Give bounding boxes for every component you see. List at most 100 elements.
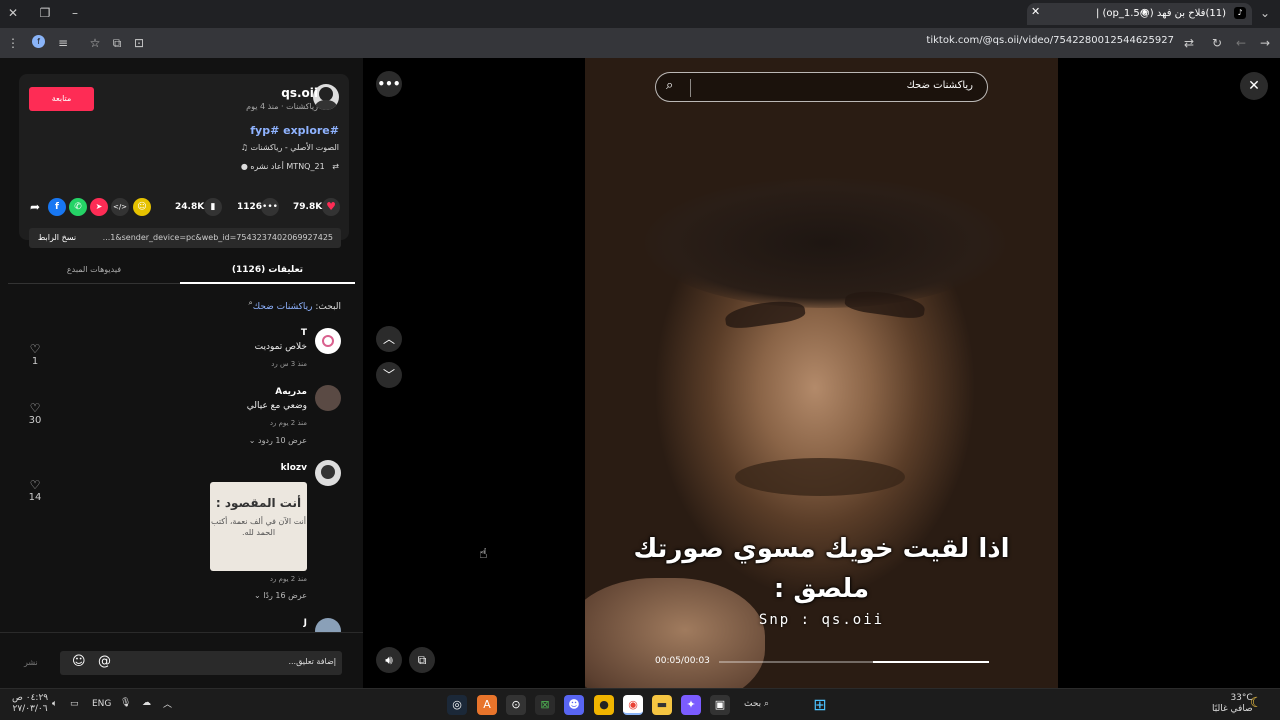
- share-arrow-icon[interactable]: ➦: [26, 198, 44, 216]
- weather-widget[interactable]: 33°C صافي غالبًا: [1212, 693, 1253, 715]
- mention-icon[interactable]: @: [98, 654, 111, 669]
- view-replies-button[interactable]: عرض 10 ردود ⌄: [249, 436, 307, 445]
- file-explorer-icon[interactable]: ▬: [652, 695, 672, 715]
- embed-icon[interactable]: </>: [111, 198, 129, 216]
- video-frame-brow-left: [723, 297, 807, 331]
- comment-author[interactable]: klozv: [281, 463, 307, 473]
- discord-app-icon[interactable]: ☻: [564, 695, 584, 715]
- volume-icon[interactable]: 🔊︎: [376, 647, 402, 673]
- more-options-icon[interactable]: •••: [376, 71, 402, 97]
- microphone-icon[interactable]: 🎙︎: [120, 698, 131, 708]
- search-hint[interactable]: البحث: رياكشنات ضحك⌕: [249, 298, 341, 312]
- tab-comments[interactable]: (1126) تعليقات: [180, 258, 355, 284]
- follow-button[interactable]: متابعة: [29, 87, 94, 111]
- tab-tiktok[interactable]: ♪ (11)فلاح بن فهد (@op_1.5) | ◉ ✕: [1027, 3, 1252, 25]
- back-icon[interactable]: →: [1256, 34, 1274, 52]
- site-settings-icon[interactable]: ⇄: [1180, 34, 1198, 52]
- sticker-title: أنت المقصود :: [215, 496, 302, 510]
- comment-like[interactable]: ♡ 1: [23, 342, 47, 367]
- close-tab-icon[interactable]: ✕: [1031, 5, 1040, 18]
- comment-avatar[interactable]: [315, 460, 341, 486]
- store-app-icon[interactable]: ▣: [710, 695, 730, 715]
- profile-avatar[interactable]: f: [32, 35, 45, 48]
- post-sound[interactable]: الصوت الأصلي - رياكشنات ♫: [241, 143, 339, 152]
- comment-placeholder: إضافة تعليق...: [288, 657, 336, 666]
- panel-tabs: (1126) تعليقات فيديوهات المبدع: [8, 258, 355, 284]
- menu-dots-icon[interactable]: ⋮: [4, 34, 22, 52]
- video-player[interactable]: ⌕ رياكشنات ضحك اذا لقيت خويك مسوي صورتك …: [585, 58, 1058, 688]
- comment-text: خلاص تموديت: [254, 342, 307, 352]
- forward-icon[interactable]: ←: [1232, 34, 1250, 52]
- speaker-icon[interactable]: 🔈︎: [52, 699, 57, 709]
- copilot-app-icon[interactable]: ✦: [681, 695, 701, 715]
- comment-like[interactable]: ♡ 30: [23, 401, 47, 426]
- close-window-button[interactable]: ✕: [4, 4, 22, 22]
- picture-in-picture-icon[interactable]: ⧉: [409, 647, 435, 673]
- previous-video-button[interactable]: ︿: [376, 326, 402, 352]
- reload-icon[interactable]: ↻: [1208, 34, 1226, 52]
- comment-avatar[interactable]: [315, 328, 341, 354]
- comment-meta[interactable]: منذ 3 س رد: [271, 360, 307, 368]
- a-app-icon[interactable]: A: [477, 695, 497, 715]
- comment-author[interactable]: J: [304, 618, 307, 628]
- tab-search-icon[interactable]: ⌄: [1256, 4, 1274, 22]
- weather-desc: صافي غالبًا: [1212, 704, 1253, 714]
- minimize-window-button[interactable]: –: [66, 4, 84, 22]
- comment-input[interactable]: إضافة تعليق... @ ☺: [60, 651, 342, 675]
- xbox-app-icon[interactable]: ⊠: [535, 695, 555, 715]
- emoji-icon[interactable]: ☺: [72, 654, 86, 669]
- restore-window-button[interactable]: ❐: [36, 4, 54, 22]
- search-icon: ⌕: [666, 78, 674, 93]
- comment-avatar[interactable]: [315, 385, 341, 411]
- share-link-box: نسخ الرابط ...1&sender_device=pc&web_id=…: [29, 228, 341, 248]
- view-replies-button[interactable]: عرض 16 ردًا ⌄: [254, 591, 307, 600]
- comment-meta[interactable]: منذ 2 يوم رد: [270, 419, 307, 427]
- gift-icon[interactable]: ☺: [133, 198, 151, 216]
- video-timecode: 00:05/00:03: [655, 656, 710, 666]
- copy-link-button[interactable]: نسخ الرابط: [29, 228, 85, 248]
- reading-list-icon[interactable]: ≡: [54, 34, 72, 52]
- chat-app-icon[interactable]: ●: [594, 695, 614, 715]
- taskbar-search[interactable]: ⌕ بحث: [744, 699, 769, 709]
- video-search-box[interactable]: ⌕ رياكشنات ضحك: [655, 72, 988, 102]
- post-comment-button[interactable]: نشر: [24, 658, 38, 667]
- bookmark-star-icon[interactable]: ☆: [86, 34, 104, 52]
- like-heart-icon[interactable]: ♥: [322, 198, 340, 216]
- tab-bar: ✕ ❐ – + ⌄ ♪ (11)فلاح بن فهد (@op_1.5) | …: [0, 0, 1280, 28]
- creator-username[interactable]: qs.oii: [281, 86, 318, 100]
- comment-like-count: 1: [31, 356, 39, 367]
- clock[interactable]: ٠٤:٢٩ ص ٢٧/٠٣/٠٦: [12, 693, 48, 715]
- comments-panel: qs.oii رياكشنات · منذ 4 يوم متابعة fyp# …: [0, 58, 363, 688]
- whatsapp-icon[interactable]: ✆: [69, 198, 87, 216]
- chrome-app-icon[interactable]: ◉: [623, 695, 643, 715]
- git-app-icon[interactable]: ⊙: [506, 695, 526, 715]
- show-hidden-icons[interactable]: ︿: [163, 697, 172, 710]
- comment-author[interactable]: T: [301, 328, 307, 338]
- comment-icon[interactable]: •••: [261, 198, 279, 216]
- view-replies-text: عرض 16 ردًا: [263, 591, 307, 600]
- share-link-url[interactable]: ...1&sender_device=pc&web_id=75432374020…: [103, 233, 333, 242]
- post-hashtags[interactable]: fyp# explore#: [250, 124, 339, 137]
- comment-text: وضعي مع عيالي: [246, 401, 307, 411]
- close-video-icon[interactable]: ✕: [1240, 72, 1268, 100]
- windows-start-icon[interactable]: ⊞: [810, 695, 830, 715]
- steam-app-icon[interactable]: ◎: [447, 695, 467, 715]
- browser-toolbar: ⋮ f ≡ ☆ ⧉ ⊡ tiktok.com/@qs.oii/video/754…: [0, 28, 1280, 58]
- network-icon[interactable]: ▭: [70, 699, 79, 709]
- comment-author[interactable]: مدريهA: [275, 387, 307, 397]
- tab-creator-videos[interactable]: فيديوهات المبدع: [8, 258, 180, 284]
- comment-like[interactable]: ♡ 14: [23, 478, 47, 503]
- send-icon[interactable]: ➤: [90, 198, 108, 216]
- address-bar[interactable]: tiktok.com/@qs.oii/video/754228001254462…: [926, 35, 1174, 46]
- next-video-button[interactable]: ﹀: [376, 362, 402, 388]
- comment-sticker-image[interactable]: أنت المقصود : أنت الآن في ألف نعمة، أكتب…: [210, 482, 307, 571]
- search-divider: [690, 79, 691, 97]
- cloud-offline-icon[interactable]: ☁: [142, 698, 151, 708]
- search-term: رياكشنات ضحك: [252, 302, 313, 312]
- extensions-icon[interactable]: ⧉: [108, 34, 126, 52]
- install-app-icon[interactable]: ⊡: [130, 34, 148, 52]
- bookmark-icon[interactable]: ▮: [204, 198, 222, 216]
- facebook-icon[interactable]: f: [48, 198, 66, 216]
- language-indicator[interactable]: ENG: [92, 699, 111, 709]
- comment-meta[interactable]: منذ 2 يوم رد: [270, 575, 307, 583]
